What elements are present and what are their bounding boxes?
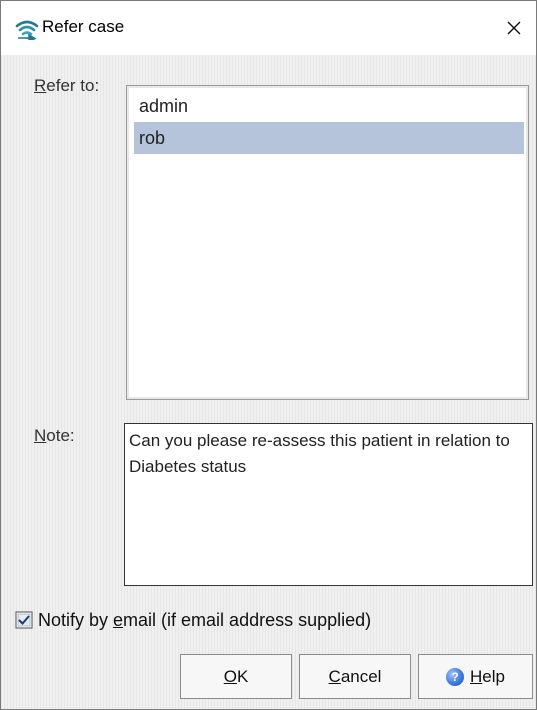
ok-label: OK — [223, 666, 249, 686]
cancel-label: Cancel — [328, 666, 382, 686]
note-textarea[interactable]: Can you please re-assess this patient in… — [124, 423, 533, 586]
notify-label: Notify by email (if email address suppli… — [38, 609, 372, 630]
window-title: Refer case — [42, 17, 125, 36]
cancel-button[interactable]: Cancel — [299, 654, 411, 699]
close-button[interactable] — [492, 1, 536, 55]
app-icon — [15, 18, 39, 44]
help-label: Help — [470, 666, 505, 686]
list-item-rob[interactable]: rob — [134, 122, 524, 154]
notify-by-email-checkbox[interactable]: Notify by email (if email address suppli… — [15, 608, 371, 632]
close-icon — [507, 21, 521, 35]
ok-button[interactable]: OK — [180, 654, 292, 699]
list-item-admin[interactable]: admin — [134, 90, 524, 122]
refer-to-list[interactable]: admin rob — [126, 85, 529, 400]
checkbox-checked-icon[interactable] — [15, 611, 33, 629]
help-icon: ? — [446, 667, 465, 686]
title-bar[interactable]: Refer case — [1, 1, 536, 55]
refer-case-dialog: Refer case Refer to: admin rob Note: Can… — [0, 0, 537, 710]
refer-to-label: Refer to: — [34, 76, 100, 95]
help-button[interactable]: ? Help — [418, 654, 533, 699]
dialog-body: Refer to: admin rob Note: Can you please… — [1, 55, 536, 709]
note-label: Note: — [34, 426, 75, 445]
